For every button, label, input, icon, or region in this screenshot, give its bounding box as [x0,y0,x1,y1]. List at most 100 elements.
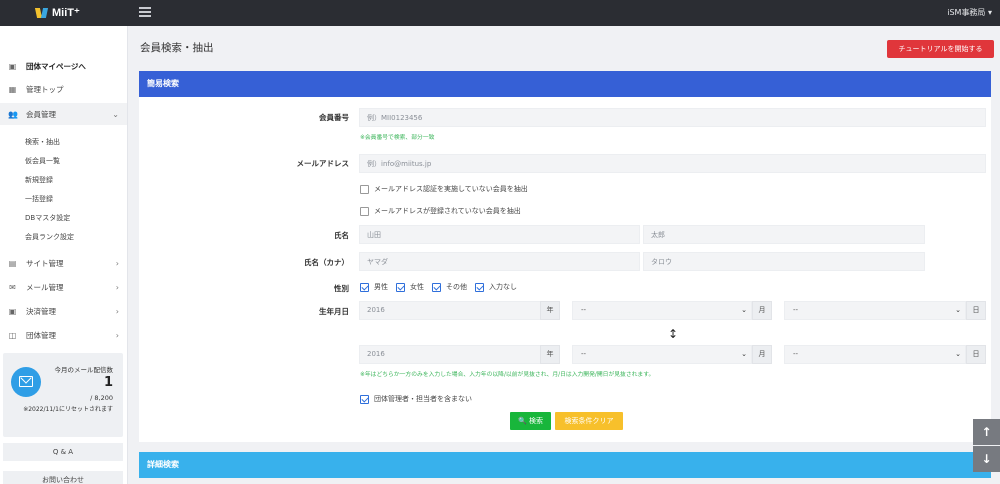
gender-options: 男性 女性 その他 入力なし [360,282,525,292]
sidebar-item-mail-management[interactable]: ✉ メール管理 › [0,276,127,298]
dashboard-icon: ▦ [8,84,17,94]
mail-count-card: 今月のメール配信数 1 / 8,200 ※2022/11/1にリセットされます [3,353,123,437]
birthday-to-month-select[interactable]: -- ⌄ [572,345,752,364]
no-email-checkbox-row[interactable]: メールアドレスが登録されていない会員を抽出 [360,206,521,216]
chevron-right-icon: › [115,306,119,316]
sidebar-item-label: 決済管理 [26,306,56,316]
birthday-from-year-input[interactable]: 2016 [359,301,541,320]
search-button[interactable]: 🔍 検索 [510,412,551,430]
sidebar-item-payment-management[interactable]: ▣ 決済管理 › [0,300,127,322]
page-title: 会員検索・抽出 [140,42,214,54]
organization-icon: ◫ [8,330,17,340]
site-icon: ▤ [8,258,17,268]
exclude-admin-checkbox[interactable] [360,394,369,404]
member-number-input[interactable] [359,108,986,127]
email-input[interactable] [359,154,986,173]
hamburger-menu-icon[interactable] [139,7,151,17]
chevron-right-icon: › [115,330,119,340]
submenu-item-new-registration[interactable]: 新規登録 [25,175,53,185]
submenu-item-member-rank[interactable]: 会員ランク設定 [25,232,74,242]
scroll-down-button[interactable]: ↓ [973,446,1000,472]
simple-search-header[interactable]: 簡易検索 [139,71,991,97]
mail-icon [11,367,41,397]
gender-label: 性別 [334,284,349,293]
chevron-down-icon: ⌄ [955,306,961,314]
select-value: -- [793,306,799,314]
submenu-item-search[interactable]: 検索・抽出 [25,137,60,147]
year-unit: 年 [540,301,560,320]
sidebar-item-label: 会員管理 [26,109,56,119]
contact-button[interactable]: お問い合わせ [3,471,123,484]
sidebar-item-label: 管理トップ [26,84,64,94]
last-name-kana-input[interactable] [359,252,640,271]
gender-male-checkbox[interactable] [360,282,369,292]
sidebar-item-org-management[interactable]: ◫ 団体管理 › [0,324,127,346]
checkbox-label: メールアドレスが登録されていない会員を抽出 [374,207,521,215]
user-menu[interactable]: iSM事務局 ▾ [947,7,992,18]
sidebar-item-label: 団体マイページへ [26,61,86,71]
qa-button[interactable]: Q & A [3,443,123,461]
sidebar-item-label: サイト管理 [26,258,64,268]
clear-conditions-button[interactable]: 検索条件クリア [555,412,623,430]
member-number-label: 会員番号 [319,113,349,122]
first-name-kana-input[interactable] [643,252,925,271]
member-number-hint: ※会員番号で検索、部分一致 [360,135,435,141]
sidebar-item-label: メール管理 [26,282,64,292]
gender-other-checkbox[interactable] [432,282,441,292]
gender-none-checkbox[interactable] [475,282,484,292]
top-navbar: MiiT⁺ iSM事務局 ▾ [0,0,1000,26]
select-value: -- [581,350,587,358]
gender-female-checkbox[interactable] [396,282,405,292]
mail-count-total: / 8,200 [90,394,113,402]
sidebar-item-site-management[interactable]: ▤ サイト管理 › [0,252,127,274]
range-arrow-icon: ↕ [668,327,679,341]
sidebar-item-org-mypage[interactable]: ▣ 団体マイページへ [0,55,127,77]
mail-card-title: 今月のメール配信数 [54,366,114,374]
birthday-label: 生年月日 [319,307,349,316]
birthday-from-day-select[interactable]: -- ⌄ [784,301,966,320]
exclude-admin-checkbox-row[interactable]: 団体管理者・担当者を含まない [360,394,472,404]
chevron-down-icon: ⌄ [741,306,747,314]
chevron-right-icon: › [115,258,119,268]
month-unit: 月 [752,301,772,320]
select-value: -- [793,350,799,358]
users-icon: 👥 [8,109,18,119]
sidebar: ▣ 団体マイページへ ▦ 管理トップ 👥 会員管理 ⌄ 検索・抽出 仮会員一覧 … [0,26,128,484]
day-unit: 日 [966,301,986,320]
year-unit: 年 [540,345,560,364]
birthday-hint: ※年はどちらか一方のみを入力した場合、入力年の以降/以前が見抜され、月/日は入力… [360,372,655,378]
checkbox-label: メールアドレス認証を実施していない会員を抽出 [374,185,528,193]
checkbox-label: 入力なし [489,283,517,291]
app-logo[interactable]: MiiT⁺ [34,4,80,20]
mail-reset-note: ※2022/11/1にリセットされます [23,406,113,413]
chevron-down-icon: ⌄ [741,350,747,358]
birthday-from-month-select[interactable]: -- ⌄ [572,301,752,320]
sidebar-item-admin-top[interactable]: ▦ 管理トップ [0,78,127,100]
unverified-email-checkbox[interactable] [360,184,369,194]
birthday-to-day-select[interactable]: -- ⌄ [784,345,966,364]
birthday-to-year-input[interactable]: 2016 [359,345,541,364]
checkbox-label: その他 [446,283,467,291]
start-tutorial-button[interactable]: チュートリアルを開始する [887,40,994,58]
month-unit: 月 [752,345,772,364]
submenu-item-provisional-members[interactable]: 仮会員一覧 [25,156,60,166]
payment-icon: ▣ [8,306,17,316]
no-email-checkbox[interactable] [360,206,369,216]
name-label: 氏名 [334,231,349,240]
last-name-input[interactable] [359,225,640,244]
checkbox-label: 女性 [410,283,424,291]
select-value: -- [581,306,587,314]
sidebar-item-member-management[interactable]: 👥 会員管理 ⌄ [0,103,127,125]
unverified-email-checkbox-row[interactable]: メールアドレス認証を実施していない会員を抽出 [360,184,528,194]
chevron-down-icon: ⌄ [955,350,961,358]
submenu-item-db-master[interactable]: DBマスタ設定 [25,213,70,223]
first-name-input[interactable] [643,225,925,244]
scroll-up-button[interactable]: ↑ [973,419,1000,445]
detail-search-header[interactable]: 詳細検索 [139,452,991,478]
day-unit: 日 [966,345,986,364]
sidebar-item-label: 団体管理 [26,330,56,340]
building-icon: ▣ [8,61,17,71]
submenu-item-bulk-registration[interactable]: 一括登録 [25,194,53,204]
mail-icon: ✉ [9,282,16,292]
checkbox-label: 団体管理者・担当者を含まない [374,395,472,403]
